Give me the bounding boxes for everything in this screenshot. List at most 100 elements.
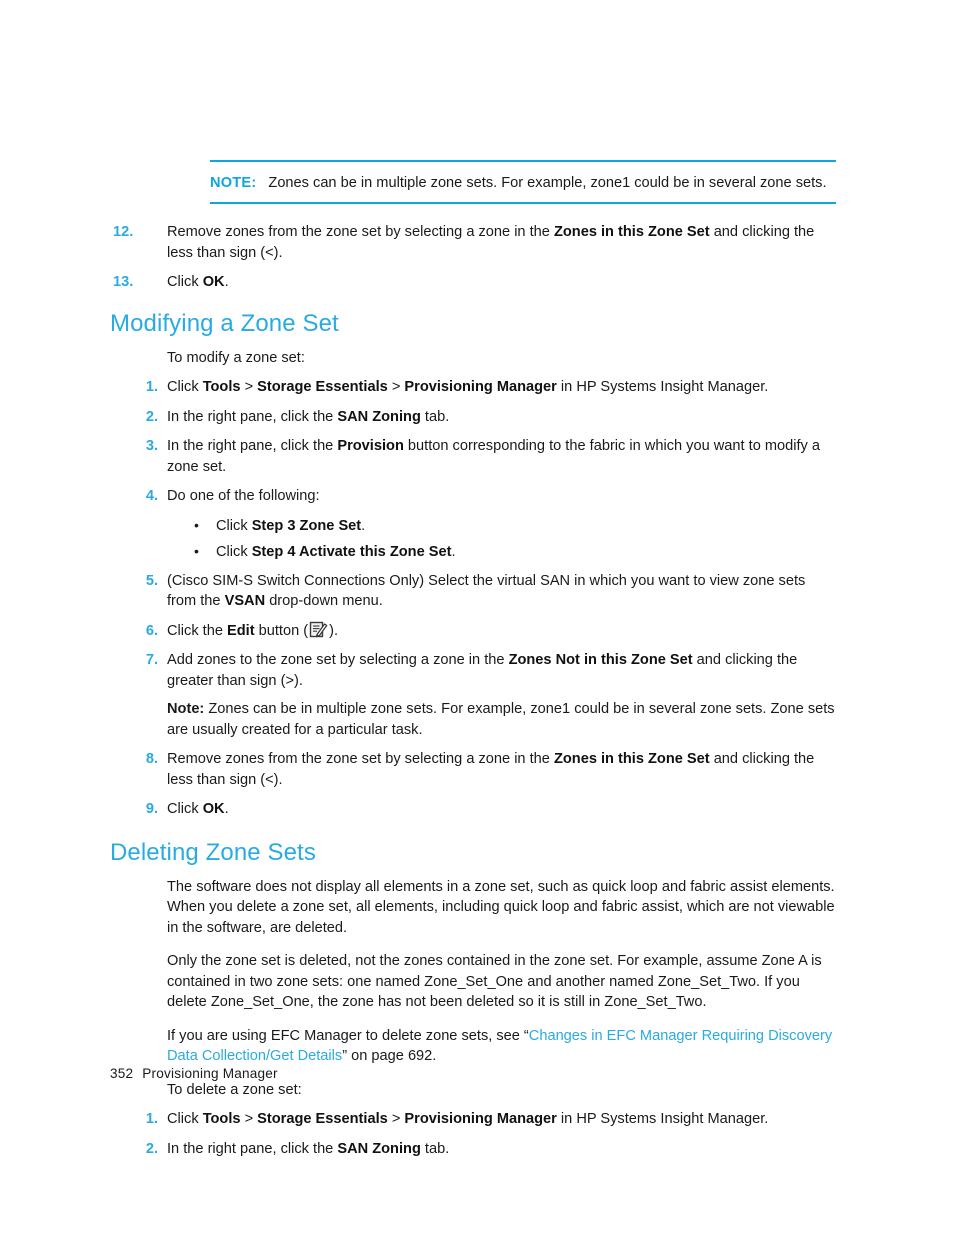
step-text: Click OK. — [167, 274, 229, 290]
modify-steps-tail-list: 8. Remove zones from the zone set by sele… — [110, 749, 836, 820]
text-run: In the right pane, click the — [167, 438, 338, 454]
footer-page-number: 352 — [110, 1066, 134, 1081]
bold-run: Provision — [337, 438, 404, 454]
bold-run: SAN Zoning — [337, 1140, 421, 1157]
text-run: Remove zones from the zone set by select… — [167, 224, 554, 240]
step-text: Remove zones from the zone set by select… — [167, 224, 814, 261]
step-item: 9. Click OK. — [110, 799, 836, 820]
step-number: 1. — [145, 379, 158, 395]
step-edit-post: ). — [329, 622, 339, 639]
modify-step-edit-list: 6. Click the Edit button (). — [110, 621, 836, 642]
step-item: 13. Click OK. — [110, 272, 836, 293]
step-number: 6. — [145, 622, 158, 639]
text-run: Click — [167, 274, 203, 290]
bold-run: SAN Zoning — [337, 408, 421, 425]
text-run: > — [387, 1111, 405, 1127]
text-run: . — [361, 517, 366, 534]
bold-run: Zones in this Zone Set — [553, 224, 710, 240]
step-text: Remove zones from the zone set by select… — [167, 751, 814, 788]
bullet-item: Click Step 3 Zone Set. — [194, 515, 836, 537]
step-number: 12. — [113, 224, 134, 240]
delete-para3-pre: If you are using EFC Manager to delete z… — [167, 1027, 529, 1044]
delete-paragraph-3: If you are using EFC Manager to delete z… — [110, 1026, 836, 1067]
step-text: In the right pane, click the SAN Zoning … — [167, 1141, 449, 1157]
step-item: 3. In the right pane, click the Provision… — [110, 436, 836, 477]
step-number: 2. — [145, 1140, 158, 1157]
note-label: NOTE: — [210, 175, 257, 191]
inline-note-text: Zones can be in multiple zone sets. For … — [167, 701, 835, 738]
step-text: Click OK. — [167, 801, 229, 817]
modify-step-add-list: 7. Add zones to the zone set by selecting… — [110, 650, 836, 740]
delete-paragraph-1: The software does not display all elemen… — [167, 878, 835, 936]
note-text: Zones can be in multiple zone sets. For … — [268, 175, 827, 191]
text-run: drop-down menu. — [265, 593, 383, 609]
text-run: tab. — [420, 408, 450, 425]
step-item: 1. Click Tools > Storage Essentials > Pro… — [110, 377, 836, 398]
inline-note: Note: Zones can be in multiple zone sets… — [167, 699, 836, 740]
step-text: (Cisco SIM-S Switch Connections Only) Se… — [167, 573, 805, 610]
text-run: . — [224, 274, 229, 290]
step-number: 1. — [145, 1111, 158, 1127]
top-steps-list: 12. Remove zones from the zone set by sel… — [110, 222, 836, 293]
note-callout-body: NOTE: Zones can be in multiple zone sets.… — [210, 173, 836, 193]
step-text: Click Tools > Storage Essentials > Provi… — [167, 1111, 768, 1127]
step-number: 5. — [145, 572, 158, 589]
step-item: 12. Remove zones from the zone set by sel… — [110, 222, 836, 263]
note-callout: NOTE: Zones can be in multiple zone sets.… — [210, 160, 836, 204]
step-edit-mid: button ( — [254, 622, 309, 639]
step-number: 2. — [145, 408, 158, 425]
bold-run: Zones Not in this Zone Set — [508, 652, 693, 668]
step-text: In the right pane, click the Provision b… — [167, 438, 820, 475]
bold-run: Provisioning Manager — [404, 1111, 557, 1127]
bold-run: Provisioning Manager — [404, 379, 557, 395]
delete-para3-post: ” on page 692. — [342, 1048, 437, 1064]
bold-run: Step 3 Zone Set — [251, 517, 362, 534]
bullet-text: Click Step 4 Activate this Zone Set. — [216, 544, 456, 560]
modify-intro-text: To modify a zone set: — [167, 349, 305, 366]
page-footer: 352 Provisioning Manager — [110, 1066, 278, 1081]
step-number: 9. — [145, 801, 158, 817]
step-number: 7. — [145, 652, 158, 668]
step-text: Add zones to the zone set by selecting a… — [167, 652, 797, 689]
text-run: Do one of the following: — [167, 488, 320, 504]
step-edit-pre: Click the — [167, 622, 228, 639]
bold-run: Zones in this Zone Set — [553, 751, 710, 767]
text-run: in HP Systems Insight Manager. — [556, 1111, 769, 1127]
edit-pencil-icon — [309, 621, 328, 639]
text-run: Click — [167, 379, 203, 395]
text-run: In the right pane, click the — [167, 1140, 338, 1157]
heading-deleting-zone-sets: Deleting Zone Sets — [110, 838, 316, 866]
heading-modifying-a-zone-set: Modifying a Zone Set — [110, 309, 339, 337]
text-run: In the right pane, click the — [167, 408, 338, 425]
text-run: Add zones to the zone set by selecting a… — [167, 652, 509, 668]
step-number: 3. — [145, 438, 158, 454]
bold-run: VSAN — [224, 593, 266, 609]
text-run: in HP Systems Insight Manager. — [556, 379, 769, 395]
step-edit-bold: Edit — [227, 622, 255, 639]
document-page: NOTE: Zones can be in multiple zone sets.… — [0, 0, 954, 1235]
text-run: > — [240, 379, 258, 395]
step-number: 8. — [145, 751, 158, 767]
bold-run: OK — [202, 274, 225, 290]
step-item: 5. (Cisco SIM-S Switch Connections Only) … — [110, 571, 836, 612]
step-item: 6. Click the Edit button (). — [110, 621, 836, 642]
bullet-item: Click Step 4 Activate this Zone Set. — [194, 541, 836, 563]
bold-run: Tools — [202, 1111, 241, 1127]
bold-run: Storage Essentials — [257, 379, 388, 395]
bold-run: Tools — [202, 379, 241, 395]
text-run: Click — [216, 544, 252, 560]
step-text: In the right pane, click the SAN Zoning … — [167, 409, 449, 425]
bold-run: Step 4 Activate this Zone Set — [251, 544, 452, 560]
text-run: > — [240, 1111, 258, 1127]
step-text: Click Tools > Storage Essentials > Provi… — [167, 379, 768, 395]
inline-note-label: Note: — [167, 701, 205, 717]
step-item: 2. In the right pane, click the SAN Zonin… — [110, 1139, 836, 1160]
step-item: 2. In the right pane, click the SAN Zonin… — [110, 407, 836, 428]
delete-steps-list: 1. Click Tools > Storage Essentials > Pro… — [110, 1109, 836, 1159]
text-run: Click — [167, 1111, 203, 1127]
delete-intro-text: To delete a zone set: — [167, 1081, 302, 1098]
bullet-text: Click Step 3 Zone Set. — [216, 518, 365, 534]
step-item: 8. Remove zones from the zone set by sele… — [110, 749, 836, 790]
step-item: 7. Add zones to the zone set by selecting… — [110, 650, 836, 740]
modify-bullet-list: Click Step 3 Zone Set. Click Step 4 Activ… — [110, 515, 836, 563]
